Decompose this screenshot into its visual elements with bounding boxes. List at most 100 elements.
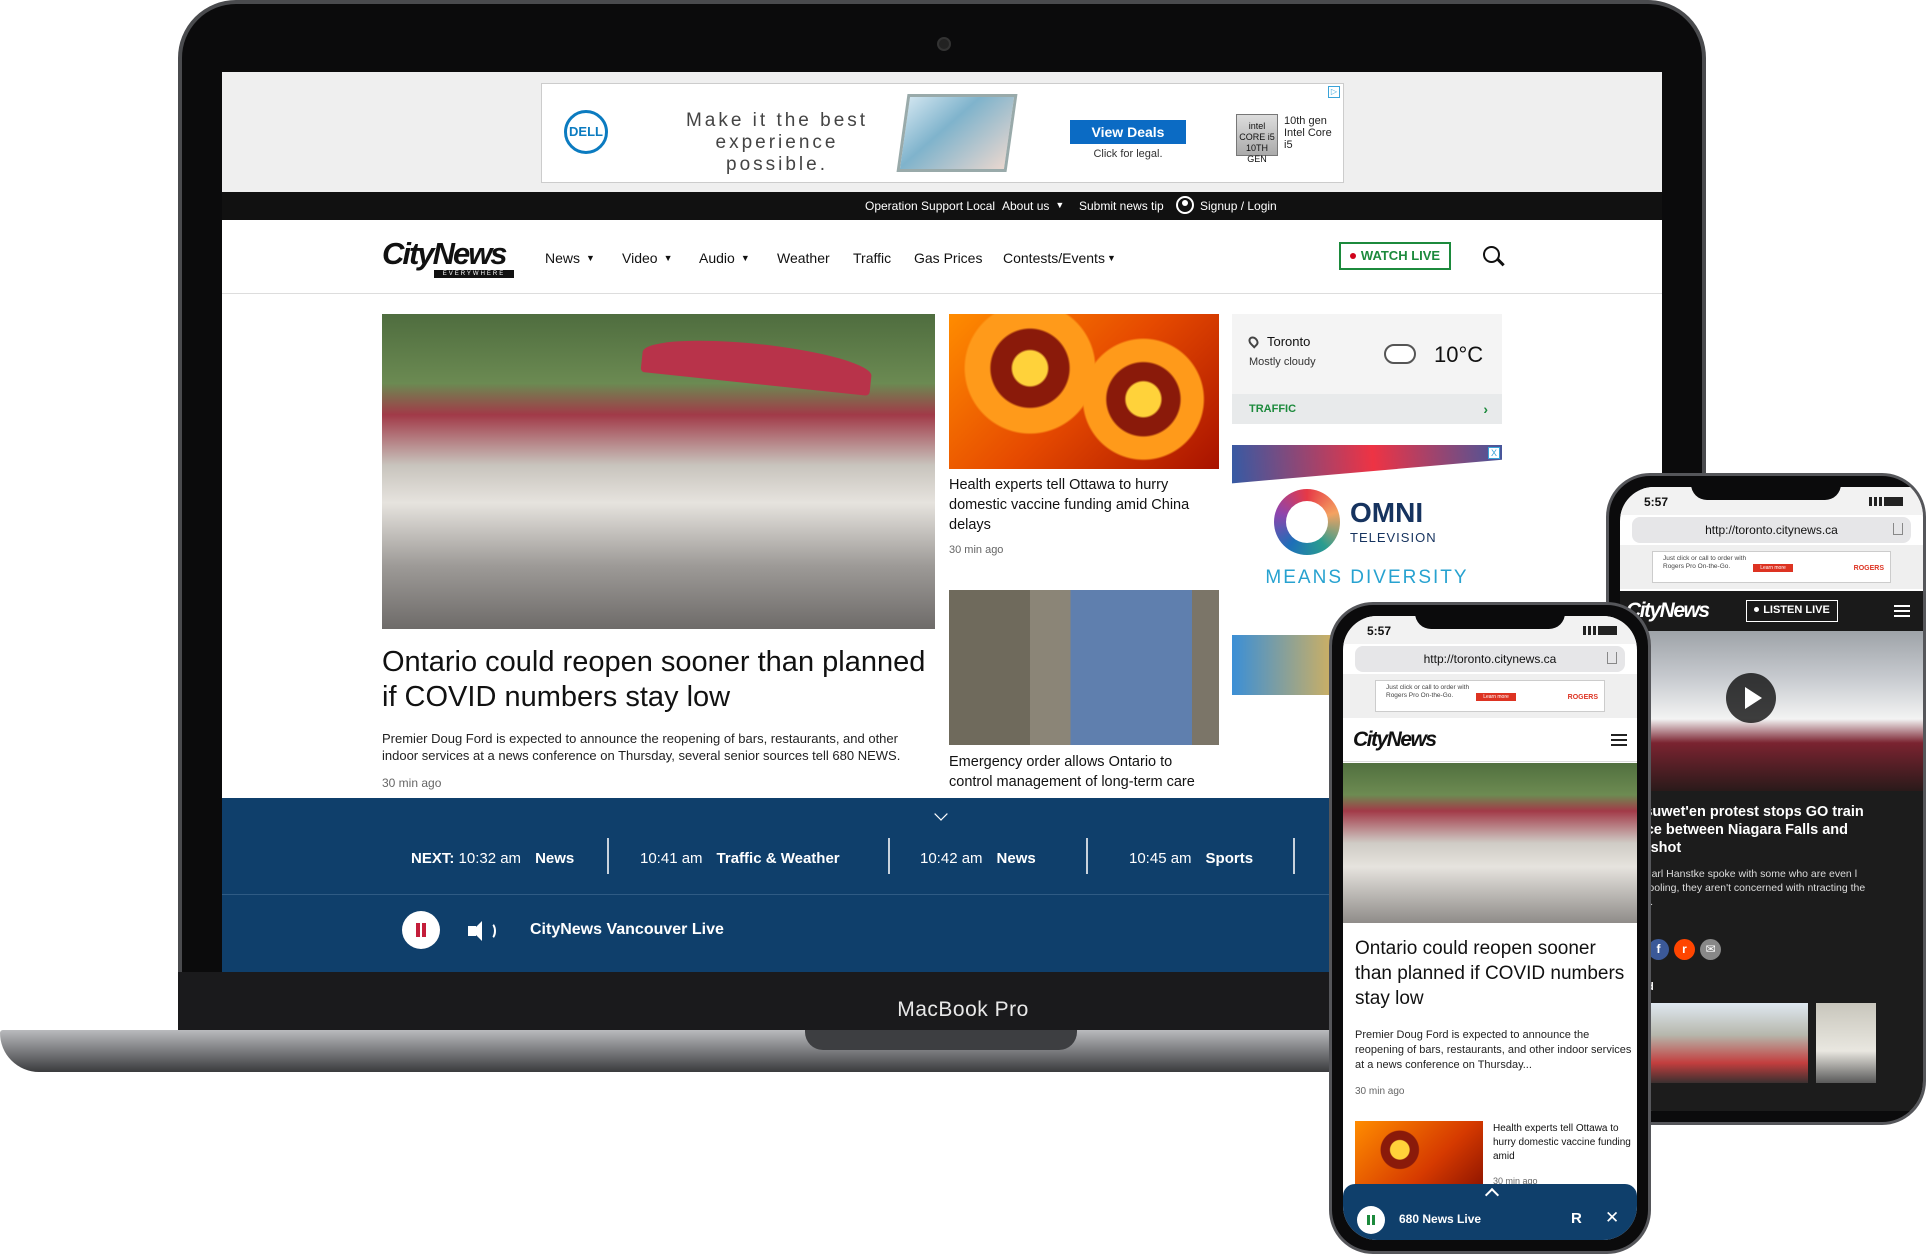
schedule-show: News: [996, 850, 1036, 867]
rogers-ad[interactable]: Just click or call to order with Rogers …: [1375, 680, 1605, 712]
location-pin-icon: [1246, 334, 1261, 349]
traffic-link[interactable]: TRAFFIC ›: [1232, 394, 1502, 424]
listen-live-label: LISTEN LIVE: [1763, 604, 1830, 616]
nav-label: Video: [622, 250, 658, 266]
share-icon[interactable]: [1607, 652, 1617, 664]
email-share-icon[interactable]: ✉: [1700, 939, 1721, 960]
topbar-link-support-local[interactable]: Operation Support Local: [865, 199, 995, 213]
user-icon: [1176, 195, 1194, 214]
close-ad-icon[interactable]: X: [1488, 447, 1500, 459]
hero-image-umbrella: [640, 332, 874, 396]
ad-headline: Make it the best experience possible.: [685, 110, 869, 175]
station-name: 680 News Live: [1399, 1212, 1482, 1226]
ad-bar: Just click or call to order with Rogers …: [1343, 674, 1637, 718]
nav-item-weather[interactable]: Weather: [777, 250, 830, 266]
facebook-share-icon[interactable]: f: [1648, 939, 1669, 960]
menu-icon[interactable]: [1894, 605, 1910, 617]
citynews-logo[interactable]: CityNews: [382, 236, 508, 272]
chevron-down-icon[interactable]: [934, 807, 948, 821]
hero-headline[interactable]: Ontario could reopen sooner than planned…: [1355, 936, 1635, 1011]
camera-icon: [937, 37, 951, 51]
story-image-sign[interactable]: [949, 590, 1219, 745]
ad-text: Just click or call to order with Rogers …: [1386, 684, 1470, 699]
story-thumbnail[interactable]: [1355, 1121, 1483, 1193]
hero-image[interactable]: [1343, 763, 1637, 923]
schedule-time: 10:42 am: [920, 850, 983, 867]
phone-back: 5:57 http://toronto.citynews.ca Just cli…: [1606, 473, 1926, 1125]
weather-widget[interactable]: Toronto Mostly cloudy 10°C TRAFFIC ›: [1232, 314, 1502, 424]
weather-condition: Mostly cloudy: [1249, 356, 1316, 368]
mobile-nav: CityNews LISTEN LIVE: [1620, 591, 1923, 631]
nav-item-gas-prices[interactable]: Gas Prices: [914, 250, 982, 266]
laptop-product-image: [896, 94, 1018, 172]
article-headline: et'suwet'en protest stops GO train rvice…: [1628, 804, 1864, 856]
ad-learn-more-button[interactable]: Learn more: [1753, 564, 1793, 572]
omni-subtitle: TELEVISION: [1350, 530, 1437, 545]
menu-icon[interactable]: [1611, 734, 1627, 746]
signup-login-link[interactable]: Signup / Login: [1176, 195, 1277, 214]
story-headline[interactable]: Health experts tell Ottawa to hurry dome…: [949, 475, 1219, 535]
phone-front: 5:57 http://toronto.citynews.ca Just cli…: [1329, 602, 1651, 1254]
nav-item-contests[interactable]: Contests/Events ▼: [1003, 250, 1116, 266]
view-deals-button[interactable]: View Deals: [1070, 120, 1186, 144]
utility-bar: Operation Support Local About us ▼ Submit…: [222, 192, 1662, 220]
nav-item-traffic[interactable]: Traffic: [853, 250, 891, 266]
schedule-item[interactable]: 10:45 am Sports: [1129, 850, 1253, 867]
weather-city: Toronto: [1267, 334, 1311, 349]
live-dot-icon: [1754, 607, 1760, 612]
schedule-divider: [1293, 838, 1295, 874]
story-headline[interactable]: Emergency order allows Ontario to contro…: [949, 752, 1219, 794]
mini-player: 680 News Live R ✕: [1343, 1184, 1637, 1240]
chevron-up-icon[interactable]: [1484, 1187, 1500, 1203]
nav-item-news[interactable]: News ▼: [545, 250, 595, 266]
story-image-virus[interactable]: [949, 314, 1219, 469]
ad-text: Just click or call to order with Rogers …: [1663, 555, 1747, 570]
reddit-share-icon[interactable]: r: [1674, 939, 1695, 960]
schedule-show: Sports: [1205, 850, 1254, 867]
radio-brand-icon[interactable]: R: [1571, 1210, 1582, 1227]
video-thumbnail[interactable]: [1620, 631, 1923, 791]
phone-notch: [1691, 476, 1841, 500]
pause-button[interactable]: [402, 911, 440, 949]
schedule-time: 10:41 am: [640, 850, 703, 867]
citynews-logo[interactable]: CityNews: [1353, 728, 1437, 752]
nav-item-audio[interactable]: Audio ▼: [699, 250, 750, 266]
watch-live-button[interactable]: WATCH LIVE: [1339, 242, 1451, 270]
address-bar[interactable]: http://toronto.citynews.ca: [1355, 646, 1625, 672]
play-icon[interactable]: [1726, 673, 1776, 723]
schedule-item[interactable]: 10:41 am Traffic & Weather: [640, 850, 840, 867]
close-icon[interactable]: ✕: [1605, 1208, 1619, 1228]
related-image[interactable]: [1816, 1003, 1876, 1083]
schedule-item[interactable]: 10:42 am News: [920, 850, 1036, 867]
ad-legal-text[interactable]: Click for legal.: [1070, 148, 1186, 160]
ad-chip-text: 10th gen Intel Core i5: [1284, 115, 1332, 151]
share-icon[interactable]: [1893, 523, 1903, 535]
ad-bar: Just click or call to order with Rogers …: [1620, 545, 1923, 589]
schedule-show: News: [535, 850, 575, 867]
topbar-link-news-tip[interactable]: Submit news tip: [1079, 199, 1164, 213]
ad-brand: ROGERS: [1853, 565, 1884, 572]
hero-headline[interactable]: Ontario could reopen sooner than planned…: [382, 645, 935, 715]
hero-image[interactable]: [382, 314, 935, 629]
listen-live-button[interactable]: LISTEN LIVE: [1746, 600, 1838, 622]
schedule-time: 10:45 am: [1129, 850, 1192, 867]
caret-down-icon: ▼: [663, 253, 673, 263]
topbar-about-label: About us: [1002, 199, 1050, 213]
rogers-ad[interactable]: Just click or call to order with Rogers …: [1652, 551, 1891, 583]
address-bar[interactable]: http://toronto.citynews.ca: [1632, 517, 1911, 543]
search-icon[interactable]: [1483, 246, 1500, 263]
volume-waves-icon: [484, 922, 496, 940]
schedule-divider: [1086, 838, 1088, 874]
related-image[interactable]: [1628, 1003, 1808, 1083]
schedule-item-next[interactable]: NEXT: 10:32 am News: [411, 850, 574, 867]
dell-ad[interactable]: DELL Make it the best experience possibl…: [541, 83, 1344, 183]
hero-summary: Premier Doug Ford is expected to announc…: [382, 731, 901, 763]
story-headline[interactable]: Health experts tell Ottawa to hurry dome…: [1493, 1122, 1633, 1164]
topbar-link-about[interactable]: About us ▼: [1002, 199, 1064, 213]
url-text: http://toronto.citynews.ca: [1423, 652, 1557, 666]
ad-learn-more-button[interactable]: Learn more: [1476, 693, 1516, 701]
pause-button[interactable]: [1357, 1206, 1385, 1234]
adchoices-icon[interactable]: ▷: [1328, 86, 1340, 98]
mobile-nav: CityNews: [1343, 720, 1637, 762]
nav-item-video[interactable]: Video ▼: [622, 250, 672, 266]
